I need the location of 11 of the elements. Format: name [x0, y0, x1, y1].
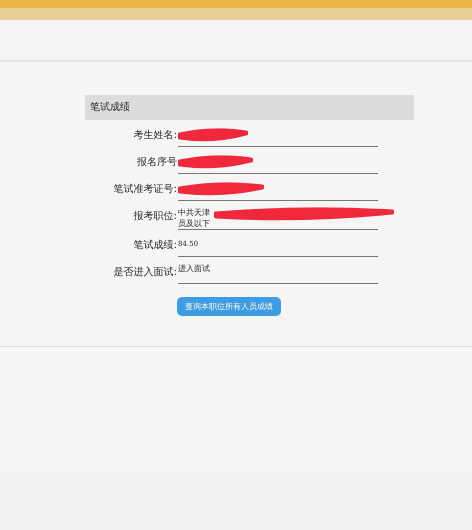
field-label: 笔试成绩:: [132, 238, 177, 252]
field-value: 中共天津: [178, 207, 211, 218]
field-label: 笔试准考证号:: [112, 182, 177, 196]
query-button[interactable]: 查询本职位所有人员成绩: [177, 297, 281, 316]
field-value: 进入面试: [178, 263, 211, 274]
field-label: 是否进入面试:: [112, 266, 177, 279]
field-label: 报考职位:: [132, 210, 177, 223]
field-value: 员及以下: [178, 218, 211, 229]
panel-title: 笔试成绩: [85, 95, 414, 120]
field-label: 报名序号: [136, 156, 177, 169]
field-label: 考生姓名:: [132, 128, 177, 142]
